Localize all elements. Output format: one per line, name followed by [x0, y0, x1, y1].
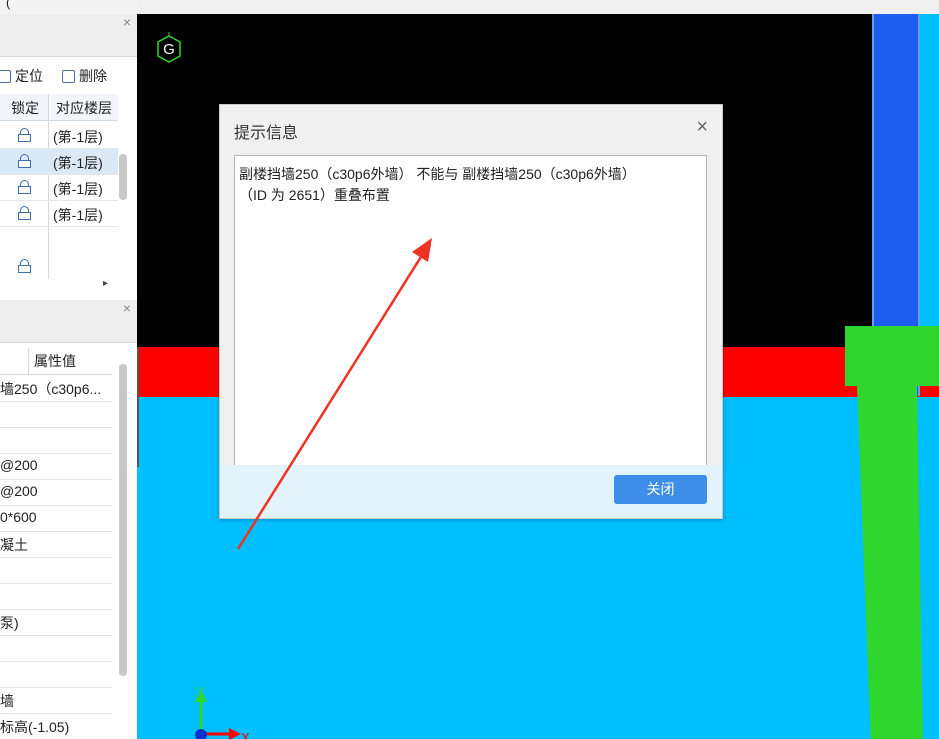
floor-grid-row[interactable]: (第-1层) [0, 175, 118, 201]
property-row[interactable] [0, 427, 112, 454]
dialog-message-line: （ID 为 2651）重叠布置 [239, 187, 390, 203]
property-value: 墙 [0, 693, 14, 709]
property-value: 标高(-1.05) [0, 719, 70, 735]
property-grid-header: 属性值 [0, 348, 112, 375]
property-row[interactable] [0, 635, 112, 662]
top-tab-strip: ( [0, 0, 137, 15]
dialog-footer: 关闭 [220, 465, 722, 518]
top-tab-fragment[interactable]: ( [6, 0, 10, 10]
lock-icon[interactable] [18, 259, 31, 273]
property-row[interactable]: 凝土 [0, 531, 112, 558]
property-row[interactable]: @200 [0, 453, 112, 480]
property-value: @200 [0, 483, 38, 499]
property-value: 墙250（c30p6... [0, 381, 102, 397]
property-panel-header: × [0, 300, 137, 343]
floor-panel-close-icon[interactable]: × [123, 14, 131, 30]
lock-icon[interactable] [18, 206, 31, 220]
dialog-title: 提示信息 [234, 125, 299, 142]
floor-grid-header: 锁定 对应楼层 [0, 94, 118, 121]
close-button[interactable]: 关闭 [614, 475, 707, 504]
locate-icon [0, 70, 11, 83]
property-row[interactable] [0, 583, 112, 610]
delete-button[interactable]: 删除 [62, 66, 107, 86]
dialog-message-box[interactable]: 副楼挡墙250（c30p6外墙） 不能与 副楼挡墙250（c30p6外墙） （I… [234, 155, 707, 466]
lock-icon[interactable] [18, 128, 31, 142]
ucs-icon: Y X [195, 684, 250, 739]
ucs-y-label: Y [196, 684, 205, 699]
property-row[interactable]: 墙250（c30p6... [0, 375, 112, 402]
property-row[interactable]: 墙 [0, 687, 112, 714]
property-row[interactable] [0, 557, 112, 584]
floor-grid-row[interactable]: (第-1层) [0, 201, 118, 227]
floor-grid-row[interactable]: (第-1层) [0, 149, 118, 175]
floor-grid-row[interactable] [0, 254, 118, 279]
message-dialog: 提示信息 × 副楼挡墙250（c30p6外墙） 不能与 副楼挡墙250（c30p… [219, 104, 723, 519]
ucs-x-label: X [241, 730, 250, 739]
dialog-close-icon[interactable]: × [696, 117, 708, 137]
locate-label: 定位 [15, 68, 43, 84]
lock-column-header[interactable]: 锁定 [11, 98, 39, 118]
lock-icon[interactable] [18, 180, 31, 194]
property-value: 0*600 [0, 509, 37, 525]
property-value: @200 [0, 457, 38, 473]
trash-icon [62, 70, 75, 83]
floor-panel-header: × [0, 14, 137, 57]
property-row[interactable] [0, 401, 112, 428]
left-panel: × 定位 删除 锁定 对应楼层 (第-1层) (第-1层) (第-1层) (第-… [0, 14, 137, 739]
delete-label: 删除 [79, 68, 107, 84]
property-value: 泵) [0, 615, 19, 631]
floor-cell: (第-1层) [53, 207, 103, 223]
locate-button[interactable]: 定位 [0, 66, 43, 86]
property-row[interactable]: 泵) [0, 609, 112, 636]
floor-cell: (第-1层) [53, 129, 103, 145]
floor-grid-row[interactable]: (第-1层) [0, 123, 118, 149]
grid-divider [28, 348, 29, 374]
green-wall-shape[interactable] [845, 326, 939, 739]
lock-icon[interactable] [18, 154, 31, 168]
floor-cell: (第-1层) [53, 155, 103, 171]
floor-cell: (第-1层) [53, 181, 103, 197]
axis-marker-icon: G [157, 32, 181, 63]
floor-grid-scrollbar[interactable] [119, 154, 127, 200]
property-scrollbar[interactable] [119, 364, 127, 676]
dialog-message-line: 副楼挡墙250（c30p6外墙） 不能与 副楼挡墙250（c30p6外墙） [239, 166, 636, 182]
property-value: 凝土 [0, 537, 28, 553]
property-value-header: 属性值 [34, 353, 76, 369]
property-panel-close-icon[interactable]: × [123, 300, 131, 316]
property-row[interactable] [0, 661, 112, 688]
floor-column-header[interactable]: 对应楼层 [56, 98, 112, 118]
property-row[interactable]: 0*600 [0, 505, 112, 532]
axis-label: G [163, 41, 175, 58]
property-row[interactable]: 标高(-1.05) [0, 713, 112, 739]
splitter-handle[interactable] [137, 347, 139, 467]
property-row[interactable]: @200 [0, 479, 112, 506]
scroll-right-icon[interactable]: ▸ [103, 278, 108, 289]
